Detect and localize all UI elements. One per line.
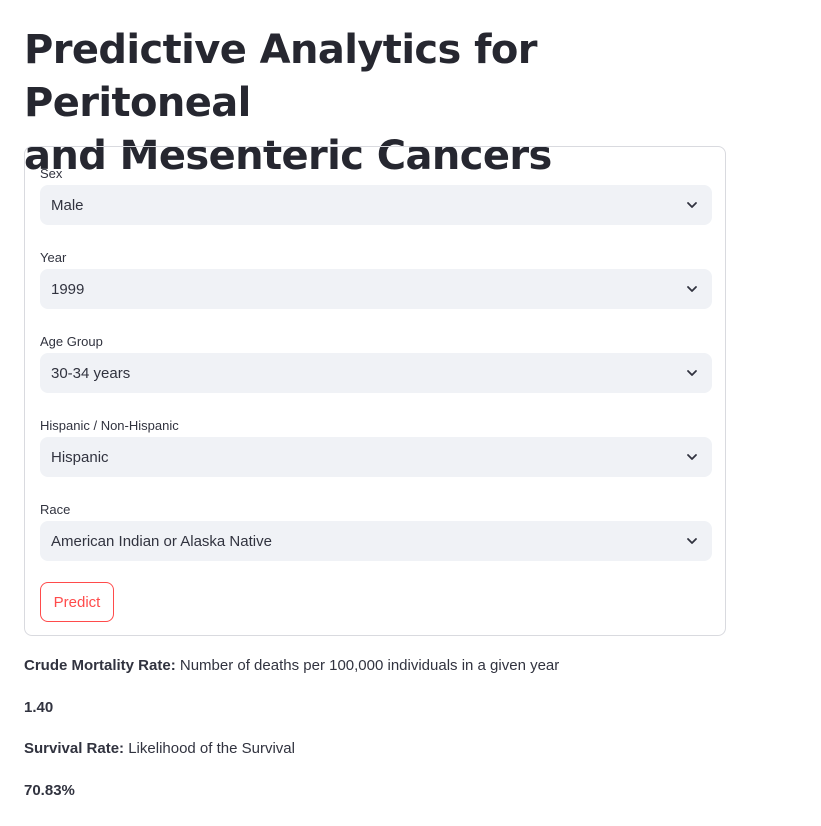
crude-mortality-result: 1.40 [24,699,53,716]
crude-mortality-description: Crude Mortality Rate: Number of deaths p… [24,657,559,674]
page-title-line-1: Predictive Analytics for Peritoneal [24,27,537,126]
year-select[interactable]: 1999 [40,269,712,309]
chevron-down-icon [687,202,697,208]
race-field: Race American Indian or Alaska Native [40,502,712,561]
ethnicity-label: Hispanic / Non-Hispanic [40,418,179,433]
ethnicity-select[interactable]: Hispanic [40,437,712,477]
sex-field: Sex Male [40,166,712,225]
crude-mortality-label: Crude Mortality Rate: [24,657,176,674]
chevron-down-icon [687,454,697,460]
predict-button[interactable]: Predict [40,582,114,622]
ethnicity-field: Hispanic / Non-Hispanic Hispanic [40,418,712,477]
age-group-select[interactable]: 30-34 years [40,353,712,393]
sex-label: Sex [40,166,63,181]
chevron-down-icon [687,538,697,544]
year-select-value: 1999 [51,280,85,298]
chevron-down-icon [687,286,697,292]
race-select[interactable]: American Indian or Alaska Native [40,521,712,561]
chevron-down-icon [687,370,697,376]
sex-select[interactable]: Male [40,185,712,225]
main-content: Predictive Analytics for Peritoneal and … [24,0,728,799]
race-label: Race [40,502,71,517]
year-label: Year [40,250,67,265]
crude-mortality-value: 1.40 [24,699,54,716]
survival-rate-value: 70.83% [24,782,75,799]
age-group-field: Age Group 30-34 years [40,334,712,393]
survival-rate-result: 70.83% [24,782,75,799]
year-field: Year 1999 [40,250,712,309]
survival-rate-desc: Likelihood of the Survival [124,740,295,757]
race-select-value: American Indian or Alaska Native [51,532,272,550]
crude-mortality-desc: Number of deaths per 100,000 individuals… [175,657,560,674]
prediction-form: Sex Male Year 1999 Age Group 30-34 years [24,146,726,636]
survival-rate-label: Survival Rate: [24,740,125,757]
survival-rate-description: Survival Rate: Likelihood of the Surviva… [24,740,295,757]
sex-select-value: Male [51,196,84,214]
age-group-select-value: 30-34 years [51,364,131,382]
age-group-label: Age Group [40,334,103,349]
ethnicity-select-value: Hispanic [51,448,109,466]
